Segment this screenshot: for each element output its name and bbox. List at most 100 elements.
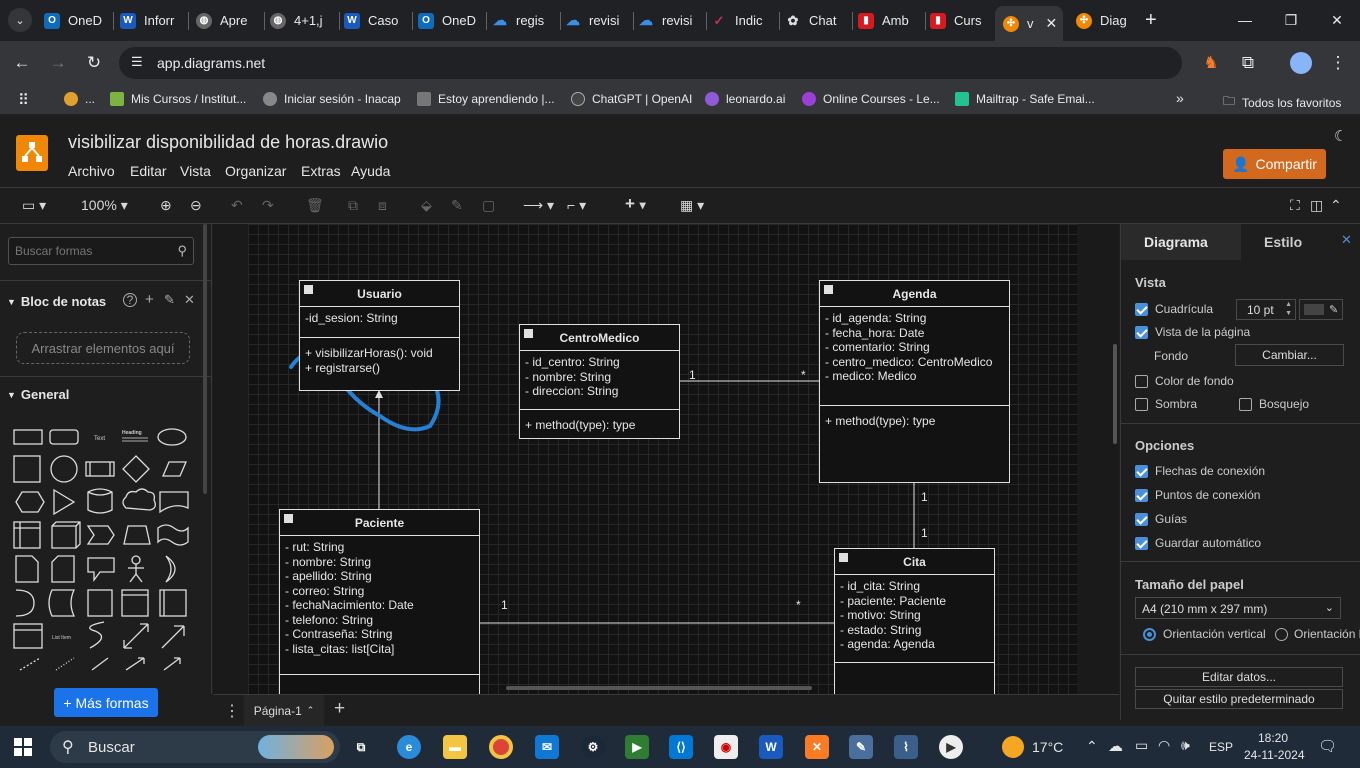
remove-default-style-button[interactable]: Quitar estilo predeterminado: [1135, 689, 1343, 709]
steam-icon[interactable]: ⚙: [581, 735, 605, 759]
class-usuario[interactable]: Usuario -id_sesion: String + visibilizar…: [299, 280, 460, 391]
browser-tab[interactable]: ☁ revisi: [638, 6, 702, 35]
bookmark-item[interactable]: Mailtrap - Safe Emai...: [955, 92, 1095, 106]
back-icon[interactable]: ←: [9, 50, 35, 76]
xampp-icon[interactable]: ✕: [805, 735, 829, 759]
browser-tab[interactable]: ◍ 4+1,j: [270, 6, 334, 35]
onedrive-icon[interactable]: ☁: [1108, 737, 1123, 755]
delete-icon[interactable]: 🗑: [306, 197, 324, 214]
zoom-in-icon[interactable]: ⊕: [160, 197, 172, 214]
edge-icon[interactable]: e: [397, 735, 421, 759]
sketch-toggle[interactable]: Bosquejo: [1239, 397, 1309, 411]
wifi-icon[interactable]: ◠: [1158, 737, 1170, 754]
tab-diagrama[interactable]: Diagrama: [1144, 234, 1208, 250]
fill-color-icon[interactable]: ⬙: [421, 197, 432, 214]
bookmark-item[interactable]: Estoy aprendiendo |...: [417, 92, 555, 106]
browser-tab[interactable]: ✣ Diag: [1076, 6, 1140, 35]
menu-editar[interactable]: Editar: [130, 163, 167, 179]
change-background-button[interactable]: Cambiar...: [1235, 344, 1344, 366]
collapse-icon[interactable]: [304, 285, 313, 294]
connection-points-toggle[interactable]: Puntos de conexión: [1135, 488, 1260, 502]
search-shapes-field[interactable]: ⚲: [8, 237, 194, 265]
add-page-button[interactable]: +: [334, 698, 345, 720]
connection-icon[interactable]: ⟶ ▾: [523, 197, 554, 214]
grid-size-input[interactable]: 10 pt ▲ ▼: [1236, 299, 1296, 320]
collapse-icon[interactable]: ⌃: [1330, 197, 1342, 214]
extension-icon[interactable]: ♞: [1198, 50, 1224, 76]
menu-extras[interactable]: Extras: [301, 163, 341, 179]
pages-menu-icon[interactable]: ⋮: [224, 701, 240, 721]
app-tray-icon[interactable]: ▭: [1135, 737, 1148, 754]
class-cita[interactable]: Cita - id_cita: String - paciente: Pacien…: [834, 548, 995, 694]
menu-archivo[interactable]: Archivo: [68, 163, 115, 179]
bookmark-item[interactable]: Iniciar sesión - Inacap: [263, 92, 401, 106]
collapse-icon[interactable]: [524, 329, 533, 338]
radio-empty-icon[interactable]: [1275, 627, 1288, 641]
page-view-toggle[interactable]: Vista de la página: [1135, 325, 1250, 339]
profile-avatar[interactable]: [1288, 50, 1314, 76]
browser-tab[interactable]: O OneD: [418, 6, 482, 35]
document-title[interactable]: visibilizar disponibilidad de horas.draw…: [68, 132, 388, 153]
zoom-out-icon[interactable]: ⊖: [190, 197, 202, 214]
tab-search-button[interactable]: ⌄: [8, 8, 32, 32]
browser-tab[interactable]: ◍ Apre: [196, 6, 260, 35]
shadow-icon[interactable]: ▢: [482, 197, 495, 214]
paper-size-select[interactable]: A4 (210 mm x 297 mm) ⌄: [1135, 597, 1341, 619]
grid-toggle[interactable]: Cuadrícula: [1135, 302, 1213, 316]
close-panel-icon[interactable]: ✕: [1341, 232, 1352, 248]
browser-tab[interactable]: ✓ Indic: [711, 6, 775, 35]
menu-vista[interactable]: Vista: [180, 163, 211, 179]
reload-icon[interactable]: ↻: [81, 50, 107, 76]
extensions-puzzle-icon[interactable]: ⧉: [1235, 50, 1261, 76]
show-hidden-icons[interactable]: ⌃: [1086, 738, 1098, 755]
browser-tab[interactable]: ☁ regis: [492, 6, 556, 35]
landscape-radio[interactable]: Orientación h: [1275, 627, 1360, 641]
panel-toggle-icon[interactable]: ▭ ▾: [22, 197, 46, 214]
windows-start-icon[interactable]: [14, 738, 32, 761]
share-button[interactable]: 👤 Compartir: [1223, 149, 1326, 179]
minimize-button[interactable]: —: [1231, 8, 1259, 32]
new-tab-button[interactable]: +: [1145, 9, 1157, 32]
browser-tab[interactable]: W Inforr: [120, 6, 184, 35]
chrome-icon[interactable]: [489, 735, 513, 759]
format-panel-icon[interactable]: ◫: [1310, 197, 1323, 214]
search-shapes-input[interactable]: [9, 238, 169, 264]
browser-tab[interactable]: ✿ Chat: [785, 6, 849, 35]
collapse-icon[interactable]: [284, 514, 293, 523]
file-explorer-icon[interactable]: ▬: [443, 735, 467, 759]
grid-color-picker[interactable]: ✎: [1299, 299, 1343, 320]
table-icon[interactable]: ▦ ▾: [680, 197, 704, 214]
player-icon[interactable]: ▶: [939, 735, 963, 759]
page-tab[interactable]: Página-1 ⌃: [244, 695, 324, 726]
apps-grid-icon[interactable]: ⠿: [18, 91, 29, 109]
app-icon[interactable]: ◉: [714, 735, 738, 759]
browser-tab-active[interactable]: ✣ v ✕: [995, 6, 1063, 41]
class-centromedico[interactable]: CentroMedico - id_centro: String - nombre…: [519, 324, 680, 439]
search-icon[interactable]: ⚲: [177, 243, 187, 259]
weather-icon[interactable]: [1002, 736, 1024, 758]
close-icon[interactable]: ✕: [184, 292, 195, 308]
guides-toggle[interactable]: Guías: [1135, 512, 1187, 526]
close-tab-icon[interactable]: ✕: [1046, 15, 1058, 32]
collapse-icon[interactable]: [839, 553, 848, 562]
more-bookmarks-icon[interactable]: »: [1176, 90, 1184, 106]
fullscreen-icon[interactable]: ⛶: [1290, 197, 1300, 214]
maximize-button[interactable]: ❐: [1277, 8, 1305, 32]
network-app-icon[interactable]: ⌇: [894, 735, 918, 759]
all-bookmarks-folder[interactable]: 🗀 Todos los favoritos: [1223, 92, 1341, 113]
edit-data-button[interactable]: Editar datos...: [1135, 667, 1343, 687]
vscode-icon[interactable]: ⟨⟩: [669, 735, 693, 759]
browser-tab[interactable]: ▮ Amb: [858, 6, 922, 35]
panel-scrollbar[interactable]: [203, 224, 207, 494]
clock-date[interactable]: 24-11-2024: [1244, 748, 1305, 762]
portrait-radio[interactable]: Orientación vertical: [1143, 627, 1266, 641]
redo-icon[interactable]: ↷: [262, 197, 274, 214]
insert-icon[interactable]: + ▾: [625, 194, 646, 214]
notifications-icon[interactable]: 🗨: [1318, 737, 1337, 755]
bookmark-item[interactable]: Mis Cursos / Institut...: [110, 92, 246, 106]
radio-selected-icon[interactable]: [1143, 627, 1156, 641]
mail-icon[interactable]: ✉: [535, 735, 559, 759]
waypoints-icon[interactable]: ⌐ ▾: [567, 197, 586, 214]
notepad-icon[interactable]: ✎: [849, 735, 873, 759]
taskbar-search[interactable]: ⚲ Buscar: [50, 731, 340, 763]
